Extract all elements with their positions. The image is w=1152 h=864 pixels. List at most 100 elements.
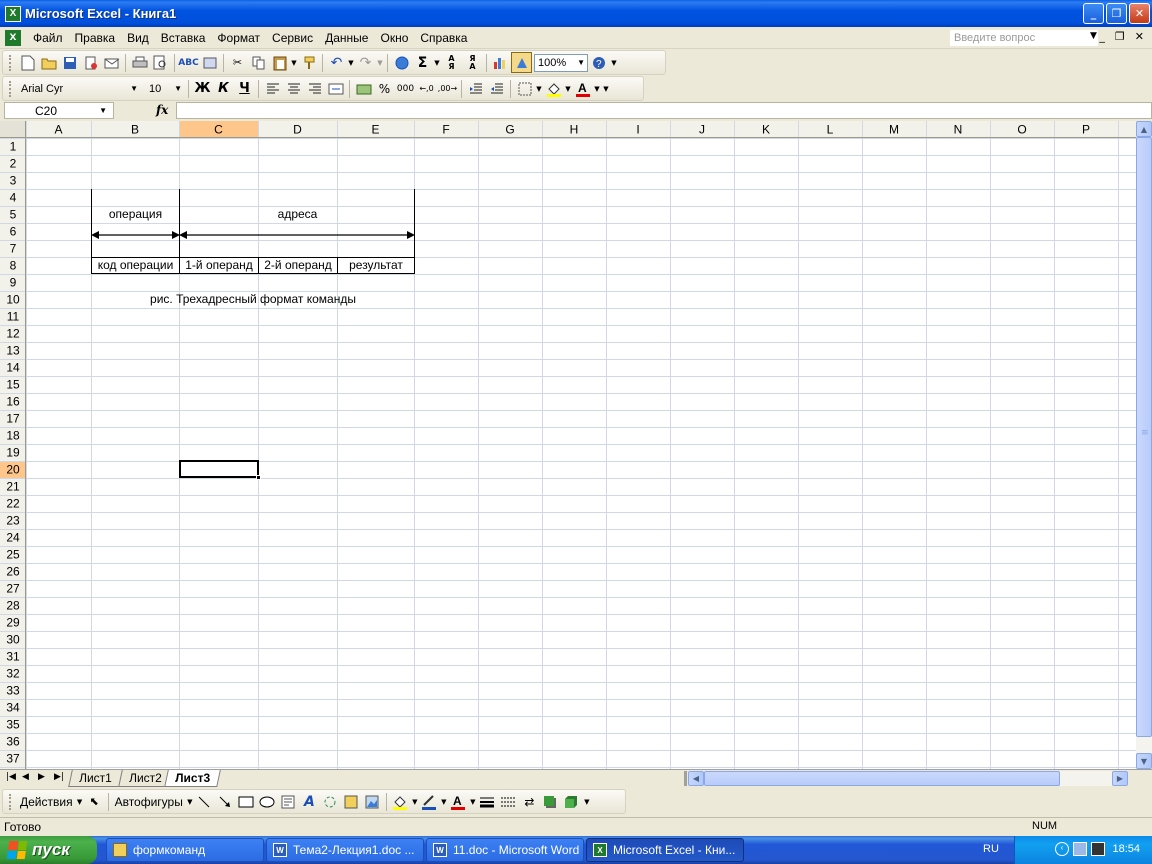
worksheet-grid[interactable]: A B C D E F G H I J K L M N O P 1 2 3 4 5 6 7 8 9 10 11 12 13 14 15 16 1… [0,121,1136,769]
increase-decimal-icon[interactable]: ←,0 [416,78,437,99]
start-button[interactable]: пуск [0,836,97,864]
paste-dropdown-icon[interactable]: ▼ [290,52,298,73]
redo-dropdown-icon[interactable]: ▼ [376,52,384,73]
vertical-scroll-thumb[interactable] [1136,137,1152,737]
last-sheet-icon[interactable]: ▶| [54,772,64,782]
sheet-tab-3[interactable]: Лист3 [164,770,221,787]
decrease-indent-icon[interactable] [465,78,486,99]
open-icon[interactable] [38,52,59,73]
menu-insert[interactable]: Вставка [155,31,212,45]
scroll-down-icon[interactable]: ▼ [1136,753,1152,769]
doc-minimize-button[interactable]: _ [1099,30,1105,43]
3d-style-icon[interactable] [561,791,582,812]
draw-font-color-dropdown-icon[interactable]: ▼ [469,791,477,812]
toolbar-options-icon[interactable]: ▼ [601,78,611,99]
prev-sheet-icon[interactable]: ◀ [22,772,29,782]
insert-function-icon[interactable]: fx [156,103,168,117]
line-icon[interactable] [194,791,215,812]
wordart-icon[interactable]: A [299,791,320,812]
shadow-style-icon[interactable] [540,791,561,812]
menu-window[interactable]: Окно [374,31,414,45]
undo-icon[interactable]: ↶ [326,52,347,73]
cut-icon[interactable]: ✂ [227,52,248,73]
menu-data[interactable]: Данные [319,31,374,45]
align-center-icon[interactable] [283,78,304,99]
font-size-select[interactable]: 10 ▼ [145,80,185,98]
sheet-tab-1[interactable]: Лист1 [68,770,123,787]
autoshapes-dropdown-icon[interactable]: ▼ [186,791,194,812]
copy-icon[interactable] [248,52,269,73]
draw-font-color-icon[interactable]: A [448,791,469,812]
actions-dropdown-icon[interactable]: ▼ [76,791,84,812]
menu-edit[interactable]: Правка [69,31,122,45]
draw-actions-menu[interactable]: Действия [17,795,76,809]
toolbar-options-icon[interactable]: ▼ [582,791,592,812]
name-box[interactable]: C20 ▼ [4,102,114,119]
diagram-icon[interactable] [320,791,341,812]
scroll-up-icon[interactable]: ▲ [1136,121,1152,137]
language-indicator[interactable]: RU [983,843,999,855]
scroll-left-icon[interactable]: ◀ [688,771,704,786]
tab-split-handle[interactable] [684,771,687,786]
task-folder[interactable]: формкоманд [106,838,264,862]
task-word-lecture[interactable]: W Тема2-Лекция1.doc ... [266,838,424,862]
help-dropdown-icon[interactable]: ▼ [1090,31,1097,41]
draw-fill-dropdown-icon[interactable]: ▼ [411,791,419,812]
permission-icon[interactable] [80,52,101,73]
align-right-icon[interactable] [304,78,325,99]
menu-view[interactable]: Вид [121,31,155,45]
workbook-icon[interactable]: X [5,29,21,46]
menu-help[interactable]: Справка [414,31,473,45]
line-style-icon[interactable] [477,791,498,812]
print-preview-icon[interactable] [150,52,171,73]
active-cell-cursor[interactable] [179,460,259,478]
borders-icon[interactable] [514,78,535,99]
oval-icon[interactable] [257,791,278,812]
minimize-button[interactable]: _ [1083,3,1104,24]
decrease-decimal-icon[interactable]: ,00→ [437,78,458,99]
fill-color-dropdown-icon[interactable]: ▼ [564,78,572,99]
bold-button[interactable]: Ж [192,78,213,99]
doc-close-button[interactable]: ✕ [1135,30,1144,43]
thousands-button[interactable]: 000 [395,78,416,99]
rectangle-icon[interactable] [236,791,257,812]
zoom-select[interactable]: 100% ▼ [534,53,588,72]
help-search-input[interactable]: Введите вопрос [950,30,1098,46]
email-icon[interactable] [101,52,122,73]
fill-handle[interactable] [256,475,261,480]
autosum-dropdown-icon[interactable]: ▼ [433,52,441,73]
italic-button[interactable]: К [213,78,234,99]
undo-dropdown-icon[interactable]: ▼ [347,52,355,73]
toolbar-grip[interactable] [9,54,13,71]
tray-expand-icon[interactable]: ‹ [1055,842,1069,856]
first-sheet-icon[interactable]: |◀ [6,772,16,782]
toolbar-options-icon[interactable]: ▼ [609,52,619,73]
menu-format[interactable]: Формат [211,31,266,45]
chart-wizard-icon[interactable] [490,52,511,73]
spelling-icon[interactable]: ABC [178,52,199,73]
excel-app-icon[interactable]: X [5,5,21,22]
line-color-dropdown-icon[interactable]: ▼ [440,791,448,812]
arrow-style-icon[interactable]: ⇄ [519,791,540,812]
task-excel[interactable]: X Microsoft Excel - Кни... [586,838,744,862]
dash-style-icon[interactable] [498,791,519,812]
arrow-icon[interactable] [215,791,236,812]
sort-ascending-icon[interactable]: АЯ [441,52,462,73]
horizontal-scroll-thumb[interactable] [704,771,1060,786]
font-select[interactable]: Arial Cyr ▼ [17,80,141,98]
restore-button[interactable]: ❐ [1106,3,1127,24]
formula-input[interactable] [176,102,1152,119]
next-sheet-icon[interactable]: ▶ [38,772,45,782]
currency-icon[interactable] [353,78,374,99]
sort-descending-icon[interactable]: ЯА [462,52,483,73]
scroll-right-icon[interactable]: ▶ [1112,771,1128,786]
increase-indent-icon[interactable] [486,78,507,99]
research-icon[interactable] [199,52,220,73]
vertical-scrollbar[interactable]: ▲ ▼ [1136,121,1152,769]
draw-fill-color-icon[interactable] [390,791,411,812]
save-icon[interactable] [59,52,80,73]
merge-center-icon[interactable] [325,78,346,99]
format-painter-icon[interactable] [298,52,319,73]
autoshapes-menu[interactable]: Автофигуры [112,795,186,809]
clipart-icon[interactable] [341,791,362,812]
